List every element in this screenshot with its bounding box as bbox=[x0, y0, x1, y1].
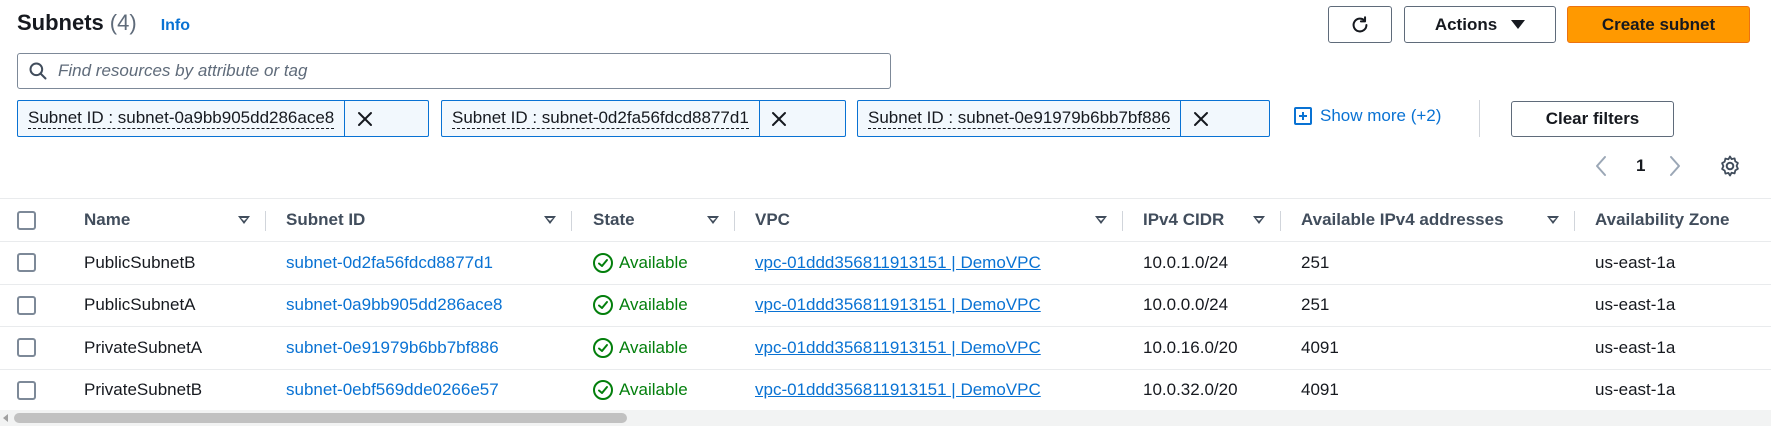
subnet-count: (4) bbox=[109, 10, 137, 35]
search-icon bbox=[29, 62, 47, 80]
gear-icon bbox=[1721, 155, 1739, 177]
show-more-filters-link[interactable]: Show more (+2) bbox=[1294, 106, 1441, 126]
cell-available-ipv4: 4091 bbox=[1301, 380, 1339, 400]
column-header-name[interactable]: Name bbox=[84, 199, 266, 242]
status-badge: Available bbox=[593, 252, 735, 273]
table-header-row: Name Subnet ID State VPC IPv4 CIDR Avail… bbox=[0, 198, 1771, 242]
check-circle-icon bbox=[593, 337, 613, 358]
subnet-id-link[interactable]: subnet-0d2fa56fdcd8877d1 bbox=[286, 253, 493, 272]
expand-plus-icon bbox=[1294, 107, 1312, 125]
cell-ipv4-cidr: 10.0.0.0/24 bbox=[1143, 295, 1229, 315]
vpc-link[interactable]: vpc-01ddd356811913151 | DemoVPC bbox=[755, 253, 1041, 272]
cell-availability-zone: us-east-1a bbox=[1595, 295, 1676, 315]
info-link[interactable]: Info bbox=[161, 17, 190, 35]
close-icon bbox=[357, 111, 372, 126]
refresh-button[interactable] bbox=[1328, 6, 1392, 43]
status-badge: Available bbox=[593, 380, 735, 401]
sort-icon bbox=[238, 216, 250, 224]
refresh-icon bbox=[1352, 15, 1368, 32]
close-icon bbox=[772, 111, 787, 126]
sort-icon bbox=[1547, 216, 1559, 224]
sort-icon bbox=[544, 216, 556, 224]
table-row[interactable]: PrivateSubnetB subnet-0ebf569dde0266e57 … bbox=[0, 369, 1771, 409]
status-badge: Available bbox=[593, 295, 735, 316]
column-header-state[interactable]: State bbox=[572, 199, 735, 242]
cell-availability-zone: us-east-1a bbox=[1595, 380, 1676, 400]
filter-token: Subnet ID : subnet-0d2fa56fdcd8877d1 bbox=[441, 100, 846, 137]
table-row[interactable]: PublicSubnetA subnet-0a9bb905dd286ace8 A… bbox=[0, 284, 1771, 327]
remove-filter-button[interactable] bbox=[344, 101, 384, 136]
subnet-id-link[interactable]: subnet-0ebf569dde0266e57 bbox=[286, 380, 499, 399]
sort-icon bbox=[1095, 216, 1107, 224]
search-field[interactable] bbox=[17, 53, 891, 89]
cell-name: PrivateSubnetB bbox=[84, 380, 203, 400]
filter-token-label: Subnet ID : subnet-0a9bb905dd286ace8 bbox=[28, 108, 335, 129]
cell-name: PublicSubnetB bbox=[84, 252, 196, 272]
clear-filters-button[interactable]: Clear filters bbox=[1511, 101, 1674, 137]
column-header-ipv4-cidr[interactable]: IPv4 CIDR bbox=[1123, 199, 1281, 242]
filter-token: Subnet ID : subnet-0e91979b6bb7bf886 bbox=[857, 100, 1270, 137]
subnets-table: Name Subnet ID State VPC IPv4 CIDR Avail… bbox=[0, 198, 1771, 409]
check-circle-icon bbox=[593, 295, 613, 316]
cell-ipv4-cidr: 10.0.16.0/20 bbox=[1143, 337, 1238, 357]
search-input[interactable] bbox=[58, 61, 878, 81]
filter-token-label: Subnet ID : subnet-0e91979b6bb7bf886 bbox=[868, 108, 1171, 129]
cell-name: PrivateSubnetA bbox=[84, 337, 203, 357]
scroll-left-icon[interactable] bbox=[3, 414, 8, 422]
column-header-available-ipv4[interactable]: Available IPv4 addresses bbox=[1281, 199, 1575, 242]
page-header: Subnets (4) Info bbox=[17, 10, 190, 40]
select-all-checkbox[interactable] bbox=[17, 210, 36, 230]
current-page-number[interactable]: 1 bbox=[1636, 151, 1645, 181]
filter-token: Subnet ID : subnet-0a9bb905dd286ace8 bbox=[17, 100, 429, 137]
row-checkbox[interactable] bbox=[17, 338, 36, 358]
subnet-id-link[interactable]: subnet-0a9bb905dd286ace8 bbox=[286, 295, 502, 314]
table-preferences-button[interactable] bbox=[1718, 151, 1742, 181]
actions-label: Actions bbox=[1434, 14, 1498, 34]
status-badge: Available bbox=[593, 337, 735, 358]
check-circle-icon bbox=[593, 380, 613, 401]
close-icon bbox=[1193, 111, 1208, 126]
caret-down-icon bbox=[1511, 20, 1526, 29]
vpc-link[interactable]: vpc-01ddd356811913151 | DemoVPC bbox=[755, 380, 1041, 399]
horizontal-scrollbar[interactable] bbox=[0, 410, 1771, 426]
actions-dropdown-button[interactable]: Actions bbox=[1404, 6, 1556, 43]
divider bbox=[1479, 100, 1480, 137]
remove-filter-button[interactable] bbox=[1180, 101, 1220, 136]
sort-icon bbox=[1253, 216, 1265, 224]
chevron-right-icon bbox=[1670, 156, 1680, 176]
sort-icon bbox=[707, 216, 719, 224]
row-checkbox[interactable] bbox=[17, 380, 36, 400]
column-header-subnet-id[interactable]: Subnet ID bbox=[266, 199, 572, 242]
show-more-label: Show more (+2) bbox=[1320, 106, 1442, 125]
filter-token-label: Subnet ID : subnet-0d2fa56fdcd8877d1 bbox=[452, 108, 749, 129]
vpc-link[interactable]: vpc-01ddd356811913151 | DemoVPC bbox=[755, 295, 1041, 314]
create-subnet-button[interactable]: Create subnet bbox=[1567, 6, 1750, 43]
cell-availability-zone: us-east-1a bbox=[1595, 337, 1676, 357]
row-checkbox[interactable] bbox=[17, 295, 36, 315]
page-title: Subnets bbox=[17, 10, 104, 35]
subnet-id-link[interactable]: subnet-0e91979b6bb7bf886 bbox=[286, 338, 499, 357]
cell-available-ipv4: 251 bbox=[1301, 252, 1330, 272]
cell-available-ipv4: 4091 bbox=[1301, 337, 1339, 357]
column-header-availability-zone[interactable]: Availability Zone bbox=[1575, 199, 1771, 242]
cell-ipv4-cidr: 10.0.32.0/20 bbox=[1143, 380, 1238, 400]
remove-filter-button[interactable] bbox=[758, 101, 799, 136]
row-checkbox[interactable] bbox=[17, 253, 36, 273]
cell-ipv4-cidr: 10.0.1.0/24 bbox=[1143, 252, 1229, 272]
check-circle-icon bbox=[593, 252, 613, 273]
next-page-button[interactable] bbox=[1668, 151, 1682, 181]
cell-name: PublicSubnetA bbox=[84, 295, 196, 315]
vpc-link[interactable]: vpc-01ddd356811913151 | DemoVPC bbox=[755, 338, 1041, 357]
scrollbar-thumb[interactable] bbox=[14, 413, 627, 423]
chevron-left-icon bbox=[1596, 156, 1606, 176]
cell-availability-zone: us-east-1a bbox=[1595, 252, 1676, 272]
table-row[interactable]: PrivateSubnetA subnet-0e91979b6bb7bf886 … bbox=[0, 327, 1771, 369]
column-header-vpc[interactable]: VPC bbox=[735, 199, 1123, 242]
cell-available-ipv4: 251 bbox=[1301, 295, 1330, 315]
table-row[interactable]: PublicSubnetB subnet-0d2fa56fdcd8877d1 A… bbox=[0, 242, 1771, 284]
previous-page-button[interactable] bbox=[1594, 151, 1608, 181]
